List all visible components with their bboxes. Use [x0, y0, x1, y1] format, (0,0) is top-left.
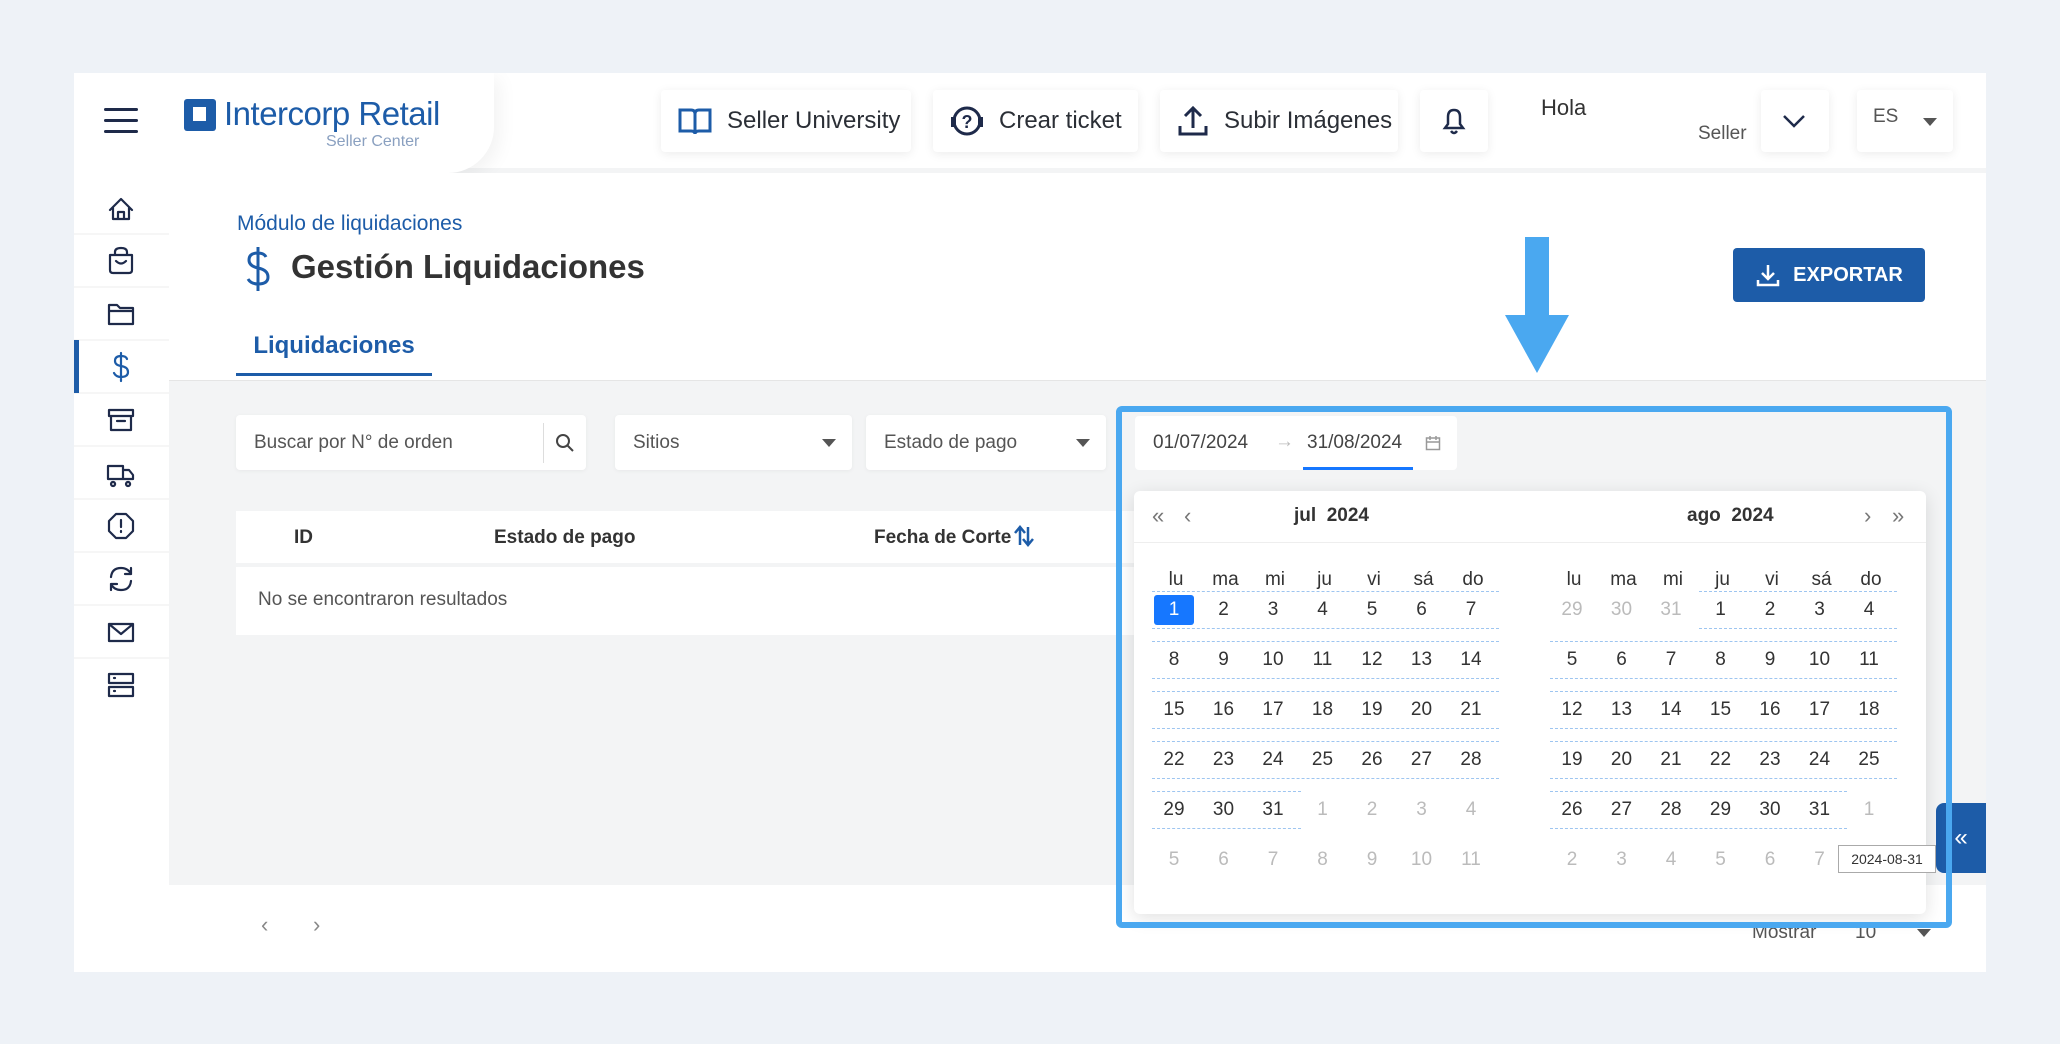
highlight-box-annotation [1116, 406, 1952, 928]
table-empty-row: No se encontraron resultados [236, 567, 1154, 635]
sort-icon[interactable] [1013, 524, 1035, 548]
caret-down-icon [1923, 118, 1937, 126]
sites-label: Sitios [633, 431, 680, 453]
sidebar-nav [74, 197, 169, 698]
table-header: ID Estado de pago Fecha de Corte [236, 511, 1154, 563]
upload-icon [1178, 105, 1208, 136]
mail-icon[interactable] [107, 622, 135, 643]
bag-icon[interactable] [108, 246, 134, 275]
seller-university-label: Seller University [727, 107, 901, 134]
support-icon: ? [951, 106, 983, 136]
export-button[interactable]: EXPORTAR [1733, 248, 1925, 302]
download-icon [1756, 265, 1780, 287]
breadcrumb[interactable]: Módulo de liquidaciones [237, 212, 462, 236]
user-role: Seller [1698, 123, 1747, 144]
double-chevron-left-icon: « [1954, 824, 1968, 851]
tab-liquidaciones[interactable]: Liquidaciones [236, 324, 432, 376]
create-ticket-label: Crear ticket [999, 107, 1122, 134]
chevron-left-icon[interactable]: ‹ [261, 912, 268, 938]
archive-icon[interactable] [107, 408, 135, 432]
greeting-text: Hola [1541, 95, 1587, 120]
user-menu-button[interactable] [1761, 90, 1829, 152]
dollar-icon[interactable] [112, 351, 130, 383]
caret-down-icon [1917, 929, 1931, 937]
column-header-id: ID [294, 527, 313, 548]
book-icon [678, 108, 712, 135]
sites-select[interactable]: Sitios [615, 415, 852, 470]
logo-area: Intercorp Retail Seller Center [74, 73, 494, 173]
notifications-button[interactable] [1420, 90, 1488, 152]
payment-status-select[interactable]: Estado de pago [866, 415, 1106, 470]
refresh-icon[interactable] [109, 566, 133, 592]
dollar-icon [246, 247, 270, 291]
create-ticket-button[interactable]: ? Crear ticket [933, 90, 1138, 152]
caret-down-icon [822, 439, 836, 447]
brand-name: Intercorp Retail [224, 95, 440, 133]
upload-images-button[interactable]: Subir Imágenes [1160, 90, 1398, 152]
column-header-cutoff-date[interactable]: Fecha de Corte [874, 527, 1011, 549]
truck-icon[interactable] [106, 464, 135, 488]
language-select[interactable]: ES [1857, 90, 1953, 152]
page-title: Gestión Liquidaciones [291, 248, 645, 285]
brand-logo-icon [184, 99, 216, 131]
brand-subtitle: Seller Center [326, 133, 420, 150]
upload-images-label: Subir Imágenes [1224, 107, 1393, 134]
export-label: EXPORTAR [1793, 263, 1903, 286]
search-placeholder: Buscar por N° de orden [254, 431, 453, 453]
seller-university-button[interactable]: Seller University [661, 90, 911, 152]
svg-text:?: ? [962, 112, 973, 132]
menu-icon[interactable] [104, 108, 138, 134]
search-icon[interactable] [555, 433, 575, 453]
folder-icon[interactable] [107, 303, 135, 326]
caret-down-icon [1076, 439, 1090, 447]
search-divider [543, 423, 544, 463]
empty-message: No se encontraron resultados [258, 589, 508, 610]
home-icon[interactable] [108, 197, 134, 221]
chevron-right-icon[interactable]: › [313, 912, 320, 938]
column-header-payment-status: Estado de pago [494, 527, 636, 548]
brand-word: Intercorp [224, 95, 350, 132]
payment-status-label: Estado de pago [884, 431, 1018, 453]
down-arrow-annotation [1505, 237, 1569, 373]
brand-word-bold: Retail [358, 95, 440, 132]
sidebar-active-indicator [74, 340, 79, 393]
language-value: ES [1873, 106, 1899, 127]
server-icon[interactable] [107, 672, 135, 698]
date-tooltip: 2024-08-31 [1838, 845, 1936, 873]
bell-icon [1442, 108, 1466, 135]
alert-icon[interactable] [107, 512, 135, 540]
chevron-down-icon [1783, 115, 1805, 128]
search-input[interactable]: Buscar por N° de orden [236, 415, 586, 470]
